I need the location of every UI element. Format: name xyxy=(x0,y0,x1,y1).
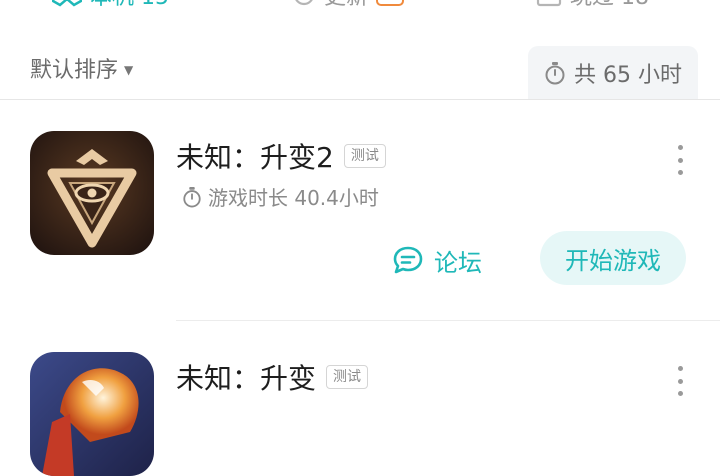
sort-dropdown[interactable]: 默认排序 ▼ xyxy=(30,52,133,84)
test-tag: 测试 xyxy=(343,144,386,168)
tab-installed[interactable]: 本机 15 xyxy=(52,0,169,12)
caret-down-icon: ▼ xyxy=(124,63,134,77)
more-dot xyxy=(677,391,683,396)
history-icon xyxy=(536,0,562,7)
game-title-row: 未知：升变2 测试 xyxy=(176,136,386,176)
update-count-badge xyxy=(376,0,405,6)
tab-update-label: 更新 xyxy=(324,0,368,11)
chat-bubble-icon xyxy=(393,246,423,274)
game-icon[interactable] xyxy=(30,352,154,476)
tab-installed-label: 本机 15 xyxy=(90,0,169,11)
controller-icon xyxy=(52,0,82,7)
tab-played[interactable]: 玩过 18 xyxy=(536,0,649,12)
game-title[interactable]: 未知：升变 xyxy=(176,357,316,397)
sort-label: 默认排序 xyxy=(30,58,119,83)
game-icon[interactable] xyxy=(30,131,154,255)
more-dot xyxy=(677,157,683,163)
row-divider xyxy=(176,320,720,321)
more-options-button[interactable] xyxy=(672,366,688,396)
forum-label: 论坛 xyxy=(434,248,482,277)
more-dot xyxy=(677,378,683,384)
stopwatch-icon xyxy=(545,62,565,85)
game-title-row: 未知：升变 测试 xyxy=(176,357,369,397)
more-dot xyxy=(677,170,683,175)
eye-triangle-logo-icon xyxy=(30,131,154,255)
tab-bar: 本机 15 更新 玩过 18 xyxy=(0,0,720,12)
forum-button[interactable]: 论坛 xyxy=(392,240,482,280)
total-playtime: 共 65 小时 xyxy=(528,46,698,100)
total-playtime-label: 共 65 小时 xyxy=(574,63,682,88)
game-playtime-label: 游戏时长 40.4小时 xyxy=(208,186,379,210)
section-divider xyxy=(0,99,720,100)
tab-update[interactable]: 更新 xyxy=(292,0,405,12)
more-dot xyxy=(677,145,683,150)
more-dot xyxy=(677,366,683,371)
start-game-button[interactable]: 开始游戏 xyxy=(540,231,686,285)
tab-played-label: 玩过 18 xyxy=(570,0,649,11)
game-title[interactable]: 未知：升变2 xyxy=(176,136,334,176)
game-playtime: 游戏时长 40.4小时 xyxy=(182,182,379,211)
character-art-icon xyxy=(30,352,154,476)
more-options-button[interactable] xyxy=(672,145,688,175)
stopwatch-icon xyxy=(183,186,201,207)
refresh-icon xyxy=(295,0,313,6)
test-tag: 测试 xyxy=(326,365,369,389)
